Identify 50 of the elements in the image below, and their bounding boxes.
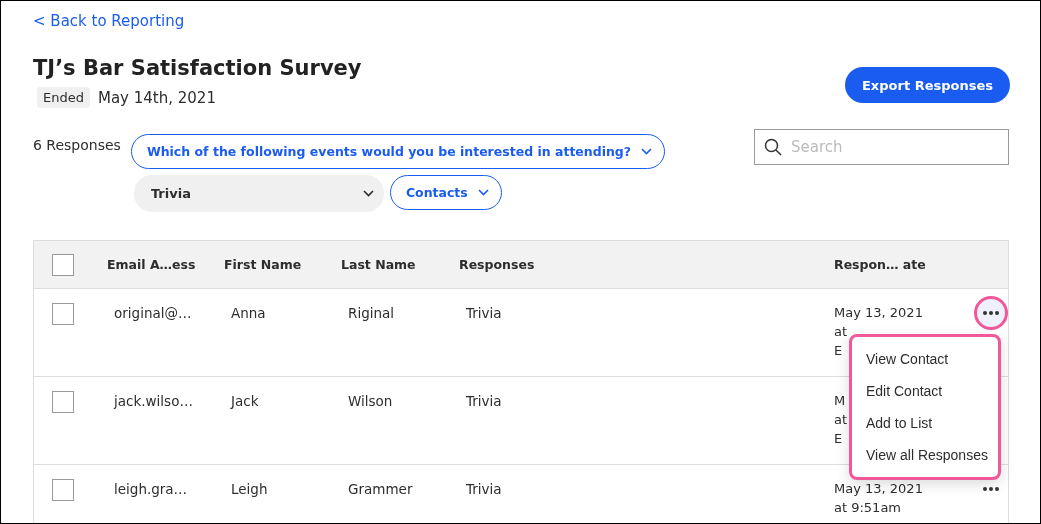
- table-cell-text: original@…: [113, 304, 193, 321]
- response-date: at 9:51am: [834, 500, 902, 515]
- table-cell-text: jack.wilso…: [112, 392, 194, 409]
- menu-item[interactable]: Add to List: [852, 407, 998, 439]
- column-header[interactable]: Respon… ate: [834, 257, 974, 272]
- table-cell-text: Grammer: [347, 480, 414, 497]
- status-badge: Ended: [37, 87, 90, 108]
- response-date: at: [834, 324, 848, 339]
- row-checkbox[interactable]: [52, 391, 74, 413]
- response-date: at: [834, 412, 848, 427]
- select-all-checkbox[interactable]: [52, 253, 74, 276]
- row-checkbox[interactable]: [52, 479, 74, 501]
- search-icon: [764, 138, 782, 156]
- menu-item[interactable]: View all Responses: [852, 439, 998, 471]
- response-date: M: [834, 393, 846, 408]
- search-field[interactable]: Search: [754, 129, 1009, 165]
- response-date: E: [834, 431, 843, 446]
- table-cell-text: Jack: [229, 392, 260, 409]
- table-cell-text: Trivia: [465, 392, 503, 409]
- response-date: May 13, 2021: [834, 305, 923, 320]
- response-count: 6 Responses: [33, 137, 121, 153]
- end-date: May 14th, 2021: [97, 88, 216, 107]
- column-header[interactable]: First Name: [224, 257, 341, 272]
- table-cell-text: Wilson: [347, 392, 394, 409]
- table-cell-text: Riginal: [347, 304, 396, 321]
- menu-item[interactable]: Edit Contact: [852, 375, 998, 407]
- column-header[interactable]: Last Name: [341, 257, 459, 272]
- table-cell-text: Anna: [230, 304, 267, 321]
- response-date: May 13, 2021: [834, 481, 923, 496]
- chevron-icon: [477, 189, 489, 196]
- question-dropdown[interactable]: Which of the following events would you be interested in attending?: [130, 134, 666, 169]
- table-cell-text: Leigh: [230, 480, 269, 497]
- table-cell-text: leigh.gra…: [113, 480, 189, 497]
- back-link[interactable]: < Back to Reporting: [33, 12, 185, 30]
- response-date: E: [834, 343, 843, 358]
- chevron-icon: [362, 190, 374, 197]
- ellipsis-icon: [983, 311, 999, 315]
- answer-dropdown[interactable]: Trivia: [133, 175, 384, 212]
- more-button[interactable]: [974, 296, 1008, 330]
- row-checkbox[interactable]: [52, 303, 74, 325]
- export-button[interactable]: Export Responses: [845, 67, 1010, 103]
- ellipsis-icon: [983, 487, 999, 491]
- column-header[interactable]: Responses: [459, 257, 834, 272]
- chevron-icon: [641, 148, 653, 155]
- survey-title: TJ’s Bar Satisfaction Survey: [33, 56, 362, 80]
- menu-item[interactable]: View Contact: [852, 343, 998, 375]
- audience-dropdown[interactable]: Contacts: [389, 175, 502, 210]
- column-header[interactable]: Email A…ess: [107, 257, 224, 272]
- table-cell-text: Trivia: [465, 304, 503, 321]
- table-cell-text: Trivia: [465, 480, 503, 497]
